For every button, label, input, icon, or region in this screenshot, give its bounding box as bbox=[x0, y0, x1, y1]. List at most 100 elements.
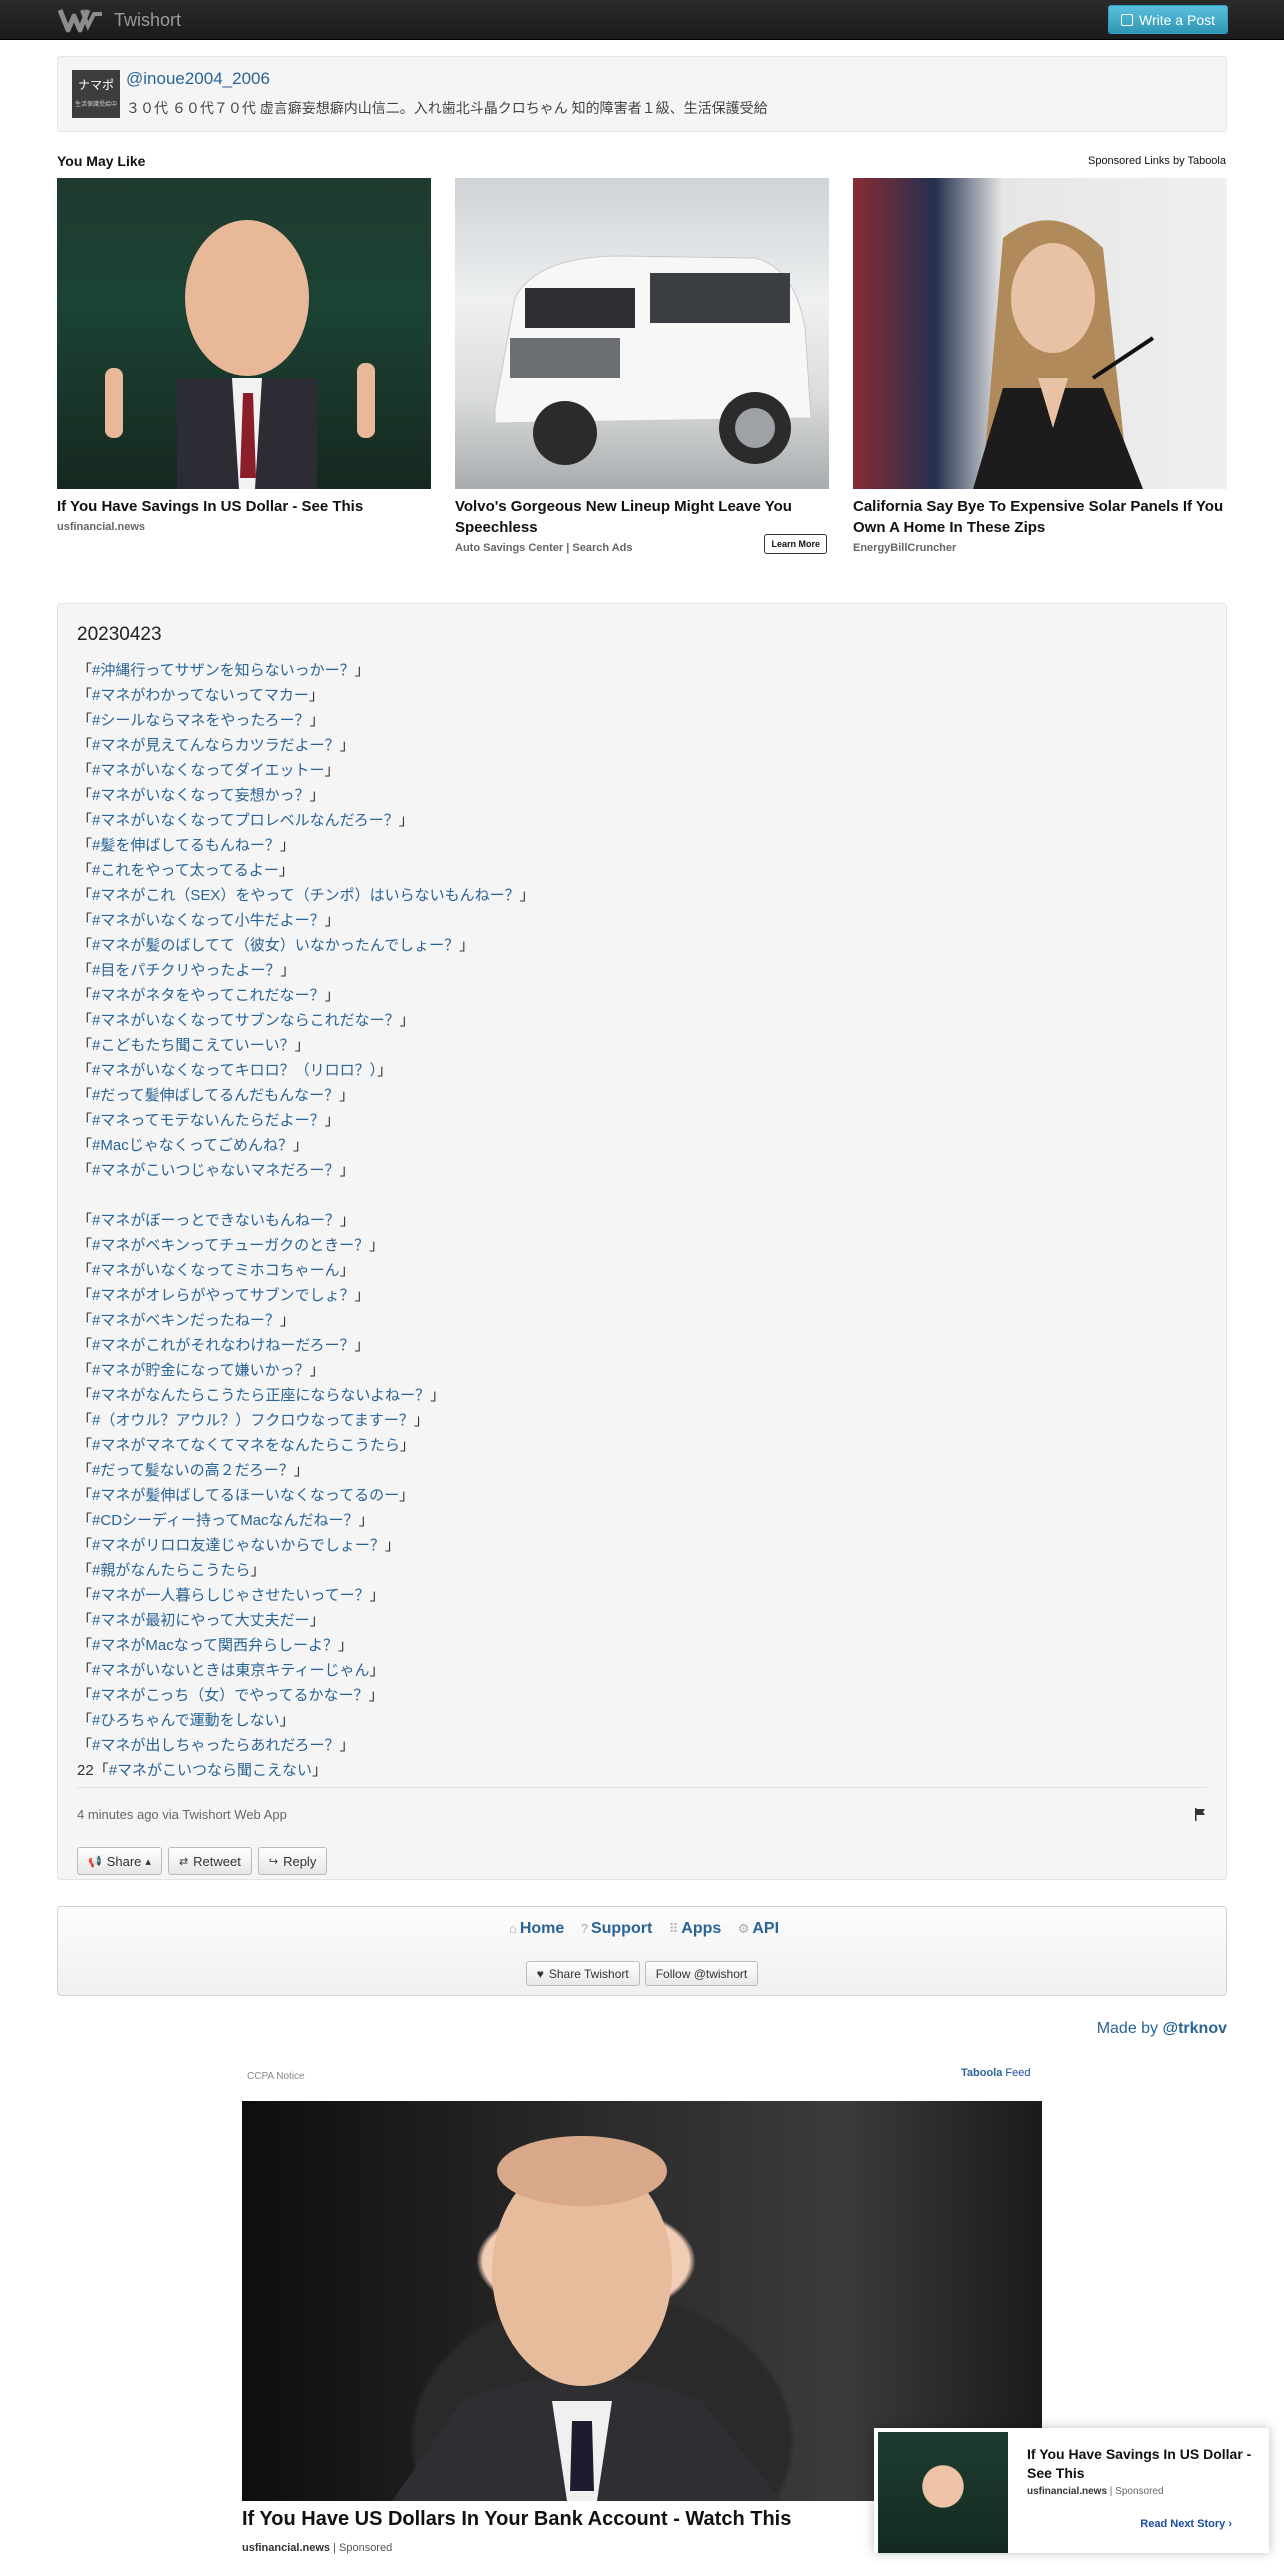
hashtag-link[interactable]: #髪を伸ばしてるもんねー？ bbox=[92, 837, 280, 854]
sponsored-links-label[interactable]: Sponsored Links by Taboola bbox=[1088, 155, 1226, 167]
hashtag-link[interactable]: #マネがわかってないってマカー bbox=[92, 687, 309, 704]
retweet-button[interactable]: ⇄ Retweet bbox=[167, 1847, 252, 1875]
hashtag-link[interactable]: #マネがリロロ友達じゃないからでしょー？ bbox=[92, 1537, 385, 1554]
hashtag-link[interactable]: #マネがMacなって関西弁らしーよ？ bbox=[92, 1637, 338, 1654]
feed-article-source: usfinancial.news | Sponsored bbox=[242, 2542, 392, 2554]
hashtag-link[interactable]: #マネがなんたらこうたら正座にならないよねー？ bbox=[92, 1387, 430, 1404]
line-suffix: 」 bbox=[312, 1762, 328, 1779]
brand[interactable]: Twishort bbox=[58, 6, 181, 34]
hashtag-link[interactable]: #マネがいなくなって妄想かっ？ bbox=[92, 787, 310, 804]
card-title[interactable]: If You Have Savings In US Dollar - See T… bbox=[57, 496, 431, 517]
card-image[interactable] bbox=[455, 178, 829, 489]
hashtag-link[interactable]: #マネがいなくなって小牛だよー？ bbox=[92, 912, 325, 929]
hashtag-link[interactable]: #マネがマネてなくてマネをなんたらこうたら bbox=[92, 1437, 400, 1454]
hashtag-link[interactable]: #マネがいないときは東京キティーじゃん bbox=[92, 1662, 369, 1679]
post-line: 「#マネがこれ（SEX）をやって（チンポ）はいらないもんねー？」 bbox=[77, 883, 535, 908]
hashtag-link[interactable]: #マネがいなくなってサブンならこれだなー？ bbox=[92, 1012, 400, 1029]
hashtag-link[interactable]: #マネがベキンってチューガクのときー？ bbox=[92, 1237, 369, 1254]
share-twishort-button[interactable]: ♥ Share Twishort bbox=[525, 1961, 640, 1986]
hashtag-link[interactable]: #マネが髪伸ばしてるほーいなくなってるのー bbox=[92, 1487, 399, 1504]
hashtag-link[interactable]: #マネがいなくなってキロロ？（リロロ？） bbox=[92, 1062, 377, 1079]
sponsored-card[interactable]: Volvo's Gorgeous New Lineup Might Leave … bbox=[455, 178, 829, 554]
hashtag-link[interactable]: #親がなんたらこうたら bbox=[92, 1562, 250, 1579]
card-title[interactable]: California Say Bye To Expensive Solar Pa… bbox=[853, 496, 1227, 538]
hashtag-link[interactable]: #マネが見えてんならカツラだよー？ bbox=[92, 737, 340, 754]
hashtag-link[interactable]: #CDシーディー持ってMacなんだねー？ bbox=[92, 1512, 359, 1529]
hashtag-link[interactable]: #目をパチクリやったよー？ bbox=[92, 962, 280, 979]
hashtag-link[interactable]: #マネがいなくなってミホコちゃーん bbox=[92, 1262, 340, 1279]
hashtag-link[interactable]: #マネがネタをやってこれだなー？ bbox=[92, 987, 325, 1004]
card-title[interactable]: Volvo's Gorgeous New Lineup Might Leave … bbox=[455, 496, 829, 538]
hashtag-link[interactable]: #だって髪ないの高２だろー？ bbox=[92, 1462, 294, 1479]
hashtag-link[interactable]: #マネがこっち（女）でやってるかなー？ bbox=[92, 1687, 369, 1704]
line-suffix: 」 bbox=[399, 1012, 415, 1029]
retweet-label: Retweet bbox=[193, 1853, 241, 1869]
post-line: 22「#マネがこいつなら聞こえない」 bbox=[77, 1758, 535, 1783]
line-suffix: 」 bbox=[354, 1337, 370, 1354]
hashtag-link[interactable]: #マネがこいつなら聞こえない bbox=[109, 1762, 312, 1779]
share-button[interactable]: 📢 Share ▴ bbox=[77, 1847, 162, 1875]
hashtag-link[interactable]: #マネがこれがそれなわけねーだろー？ bbox=[92, 1337, 354, 1354]
popup-image[interactable] bbox=[878, 2432, 1008, 2553]
hashtag-link[interactable]: #これをやって太ってるよー bbox=[92, 862, 279, 879]
footer-home-link[interactable]: Home bbox=[520, 1920, 564, 1937]
line-suffix: 」 bbox=[459, 937, 475, 954]
line-prefix: 「 bbox=[77, 1562, 93, 1579]
avatar[interactable]: ナマポ 生活保護受給中 bbox=[72, 70, 120, 118]
footer-apps-link[interactable]: Apps bbox=[681, 1920, 721, 1937]
megaphone-icon: 📢 bbox=[88, 1855, 102, 1868]
flag-icon[interactable] bbox=[1194, 1808, 1206, 1821]
hashtag-link[interactable]: #マネが最初にやって大丈夫だー bbox=[92, 1612, 310, 1629]
feed-article-title[interactable]: If You Have US Dollars In Your Bank Acco… bbox=[242, 2508, 791, 2531]
hashtag-link[interactable]: #マネがこれ（SEX）をやって（チンポ）はいらないもんねー？ bbox=[92, 887, 520, 904]
sponsored-card[interactable]: If You Have Savings In US Dollar - See T… bbox=[57, 178, 431, 533]
reply-button[interactable]: ↪ Reply bbox=[257, 1847, 328, 1875]
line-suffix: 」 bbox=[339, 737, 355, 754]
footer-api-link[interactable]: API bbox=[752, 1920, 779, 1937]
hashtag-link[interactable]: #マネが一人暮らしじゃさせたいってー？ bbox=[92, 1587, 370, 1604]
post-actions: 📢 Share ▴ ⇄ Retweet ↪ Reply bbox=[77, 1847, 328, 1875]
line-prefix: 「 bbox=[77, 937, 93, 954]
ccpa-notice-link[interactable]: CCPA Notice bbox=[247, 2071, 305, 2082]
footer-support-link[interactable]: Support bbox=[591, 1920, 652, 1937]
line-prefix: 「 bbox=[77, 1212, 93, 1229]
made-by-user-link[interactable]: @trknov bbox=[1163, 2020, 1228, 2037]
hashtag-link[interactable]: #マネが貯金になって嫌いかっ？ bbox=[92, 1362, 310, 1379]
line-prefix: 「 bbox=[77, 1687, 93, 1704]
hashtag-link[interactable]: #マネってモテないんたらだよー？ bbox=[92, 1112, 325, 1129]
line-suffix: 」 bbox=[368, 1687, 384, 1704]
hashtag-link[interactable]: #マネがいなくなってプロレベルなんだろー？ bbox=[92, 812, 399, 829]
hashtag-link[interactable]: #マネが髪のばしてて（彼女）いなかったんでしょー？ bbox=[92, 937, 459, 954]
hashtag-link[interactable]: #マネがベキンだったねー？ bbox=[92, 1312, 280, 1329]
hashtag-link[interactable]: #マネがオレらがやってサブンでしょ？ bbox=[92, 1287, 355, 1304]
hashtag-link[interactable]: #マネがこいつじゃないマネだろー？ bbox=[92, 1162, 339, 1179]
sponsored-card[interactable]: California Say Bye To Expensive Solar Pa… bbox=[853, 178, 1227, 554]
hashtag-link[interactable]: #だって髪伸ばしてるんだもんなー？ bbox=[92, 1087, 339, 1104]
share-label: Share bbox=[106, 1853, 142, 1869]
line-prefix: 「 bbox=[77, 1412, 93, 1429]
line-prefix: 「 bbox=[77, 1387, 93, 1404]
hashtag-link[interactable]: #（オウル？アウル？）フクロウなってますー？ bbox=[92, 1412, 414, 1429]
write-post-button[interactable]: Write a Post bbox=[1108, 5, 1228, 34]
post-line: 「#マネがベキンだったねー？」 bbox=[77, 1308, 535, 1333]
line-suffix: 」 bbox=[324, 987, 340, 1004]
taboola-feed-label[interactable]: Taboola Feed bbox=[961, 2067, 1031, 2079]
hashtag-link[interactable]: #シールならマネをやったろー？ bbox=[92, 712, 309, 729]
hashtag-link[interactable]: #ひろちゃんで運動をしない bbox=[92, 1712, 280, 1729]
hashtag-link[interactable]: #こどもたち聞こえていーい？ bbox=[92, 1037, 295, 1054]
card-image[interactable] bbox=[853, 178, 1227, 489]
card-image[interactable] bbox=[57, 178, 431, 489]
post-line: 「#マネが最初にやって大丈夫だー」 bbox=[77, 1608, 535, 1633]
hashtag-link[interactable]: #マネがいなくなってダイエットー bbox=[92, 762, 324, 779]
hashtag-link[interactable]: #Macじゃなくってごめんね？ bbox=[92, 1137, 293, 1154]
hashtag-link[interactable]: #マネが出しちゃったらあれだろー？ bbox=[92, 1737, 339, 1754]
learn-more-button[interactable]: Learn More bbox=[764, 534, 827, 554]
read-next-story-link[interactable]: Read Next Story › bbox=[1140, 2518, 1232, 2530]
popup-title[interactable]: If You Have Savings In US Dollar - See T… bbox=[1027, 2445, 1257, 2483]
profile-handle-link[interactable]: @inoue2004_2006 bbox=[126, 69, 270, 89]
hashtag-link[interactable]: #沖縄行ってサザンを知らないっかー？ bbox=[92, 662, 355, 679]
hashtag-link[interactable]: #マネがぼーっとできないもんねー？ bbox=[92, 1212, 340, 1229]
line-suffix: 」 bbox=[339, 1212, 355, 1229]
follow-twishort-button[interactable]: Follow @twishort bbox=[644, 1961, 759, 1986]
next-story-popup[interactable]: If You Have Savings In US Dollar - See T… bbox=[874, 2428, 1269, 2553]
